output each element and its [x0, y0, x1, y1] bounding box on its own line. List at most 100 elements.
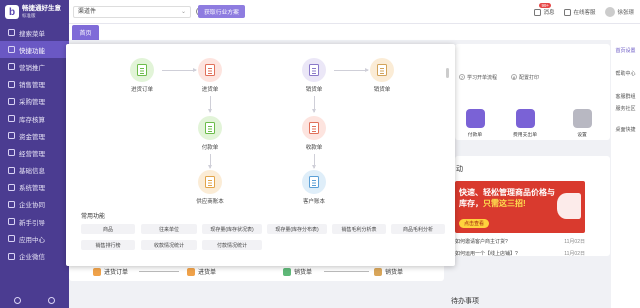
- collapse-icon[interactable]: [13, 296, 21, 304]
- sidebar-item[interactable]: 营销推广: [0, 58, 69, 75]
- sidebar-item[interactable]: 库存核算: [0, 110, 69, 127]
- quick-expense[interactable]: 费用支出单: [510, 109, 540, 138]
- common-function-chip[interactable]: 商品: [81, 224, 135, 234]
- quick-label: 费用支出单: [513, 133, 537, 138]
- sales-out-icon: [370, 58, 394, 82]
- app-version: 标准版: [22, 13, 36, 18]
- app-logo[interactable]: b 畅捷通好生意 标准版: [0, 0, 69, 24]
- tab-home[interactable]: 首页: [72, 25, 99, 40]
- megaphone-icon: [557, 193, 581, 219]
- online-service-button[interactable]: 在线客服: [564, 8, 595, 16]
- supplier-ledger-icon: [198, 170, 222, 194]
- step-item[interactable]: 7 学习开单流程: [459, 74, 497, 81]
- flow-arrow: [312, 154, 316, 169]
- common-function-chip[interactable]: 现存量(库存分布表): [267, 224, 327, 234]
- chevron-down-icon: ⌄: [180, 9, 186, 15]
- gear-icon: [572, 109, 592, 128]
- flow-supplier-ledger[interactable]: 供应商账本: [187, 170, 233, 205]
- promo-banner[interactable]: 快速、轻松管理商品价格与 库存，只需这三招! 点击查看: [455, 181, 585, 233]
- bottom-purchase-in[interactable]: 进货单: [187, 267, 216, 276]
- store-select-value: 渠道件: [78, 9, 97, 15]
- sidebar-item[interactable]: 采购管理: [0, 93, 69, 110]
- quick-function-popup: 进货订单 进货单 付款单 供应商账本 销货单 销货单 收款单 客户账本 常用功能…: [66, 44, 455, 266]
- user-menu[interactable]: 徐张璟: [605, 7, 634, 17]
- sidebar-item-label: 营销推广: [19, 64, 45, 72]
- flow-sales-out[interactable]: 销货单: [362, 58, 402, 93]
- todo-title: 待办事项: [451, 298, 479, 305]
- flow-purchase-in[interactable]: 进货单: [190, 58, 230, 93]
- step-item[interactable]: 8 配置打印: [511, 74, 539, 81]
- flow-receipt[interactable]: 收款单: [294, 116, 334, 151]
- tab-strip: 首页: [69, 24, 640, 40]
- flow-customer-ledger[interactable]: 客户账本: [294, 170, 334, 205]
- sidebar-item-label: 采购管理: [19, 99, 45, 107]
- sidebar-item[interactable]: 快捷功能: [0, 41, 69, 59]
- bottom-sales[interactable]: 销货单: [283, 267, 312, 276]
- home-settings-button[interactable]: 首页设置: [611, 40, 640, 57]
- purchase-order-icon: [130, 58, 154, 82]
- common-function-chip[interactable]: 收款情况统计: [141, 240, 197, 250]
- community-button[interactable]: 服务社区: [611, 103, 640, 115]
- quick-label: 设置: [577, 133, 587, 138]
- expense-icon: [515, 109, 535, 128]
- sidebar-item[interactable]: 搜索菜单: [0, 24, 69, 41]
- bottom-purchase-order[interactable]: 进货订单: [93, 267, 128, 276]
- help-center-button[interactable]: 帮助中心: [611, 57, 640, 80]
- sidebar-item[interactable]: 经营管理: [0, 144, 69, 161]
- sidebar-item[interactable]: 基础信息: [0, 162, 69, 179]
- flow-arrow: [208, 96, 212, 113]
- receipt-icon: [302, 116, 326, 140]
- logo-icon: b: [5, 5, 19, 19]
- common-function-chip[interactable]: 付款情况统计: [202, 240, 262, 250]
- flow-sales-order[interactable]: 销货单: [294, 58, 334, 93]
- sidebar-item[interactable]: 企业协同: [0, 196, 69, 213]
- message-icon: [534, 8, 542, 16]
- flow-arrow: [139, 271, 179, 272]
- banner-line1: 快速、轻松管理商品价格与: [459, 188, 555, 197]
- service-group-button[interactable]: 客服群组: [611, 80, 640, 103]
- popup-scrollbar[interactable]: [446, 68, 449, 78]
- news-item[interactable]: 如何运用一个【线上店铺】? 11月02日: [455, 250, 585, 257]
- sidebar-item[interactable]: 资金管理: [0, 127, 69, 144]
- settings-icon[interactable]: [48, 296, 56, 304]
- customer-ledger-icon: [302, 170, 326, 194]
- purchase-in-icon: [187, 267, 195, 276]
- sales-order-icon: [302, 58, 326, 82]
- flow-arrow: [324, 271, 369, 272]
- sidebar-item[interactable]: 系统管理: [0, 179, 69, 196]
- sidebar-item[interactable]: 应用中心: [0, 230, 69, 247]
- sidebar-item-label: 新手引导: [19, 219, 45, 227]
- news-item[interactable]: 如何邀请客户商主订货? 11月02日: [455, 238, 585, 245]
- banner-line2: 库存，只需这三招!: [459, 199, 526, 208]
- quick-label: 付款单: [467, 133, 483, 138]
- common-function-chip[interactable]: 往来单位: [141, 224, 197, 234]
- bottom-sales-out[interactable]: 销货单: [374, 267, 403, 276]
- common-function-chip[interactable]: 商品毛利分析: [391, 224, 445, 234]
- common-function-chip[interactable]: 销售毛利分析表: [332, 224, 386, 234]
- quick-payment[interactable]: 付款单: [460, 109, 490, 138]
- desktop-shortcut-button[interactable]: 桌面快捷: [611, 115, 640, 136]
- sidebar-item-label: 经营管理: [19, 150, 45, 158]
- quick-settings[interactable]: 设置: [567, 109, 597, 138]
- message-count-badge: 99+: [539, 3, 552, 8]
- common-function-chip[interactable]: 现存量(库存状况表): [202, 224, 262, 234]
- menu-icon: [8, 235, 15, 243]
- common-functions-title: 常用功能: [81, 214, 106, 220]
- flow-payment[interactable]: 付款单: [190, 116, 230, 151]
- messages-button[interactable]: 99+ 消息: [534, 3, 554, 16]
- sidebar-item[interactable]: 企业微信: [0, 247, 69, 264]
- sales-icon: [283, 267, 291, 276]
- menu-icon: [8, 29, 15, 37]
- flow-purchase-order[interactable]: 进货订单: [122, 58, 162, 93]
- sidebar-item-label: 基础信息: [19, 168, 45, 176]
- banner-cta-button[interactable]: 点击查看: [459, 219, 490, 228]
- sidebar-item[interactable]: 销售管理: [0, 76, 69, 93]
- common-function-chip[interactable]: 销售排行榜: [81, 240, 135, 250]
- menu-icon: [8, 115, 15, 123]
- sales-out-icon: [374, 267, 382, 276]
- get-solution-button[interactable]: 获取行业方案: [198, 5, 245, 18]
- sidebar-item[interactable]: 新手引导: [0, 213, 69, 230]
- sidebar-item-label: 快捷功能: [19, 47, 45, 55]
- store-select[interactable]: 渠道件 ⌄: [73, 6, 191, 18]
- user-name: 徐张璟: [617, 10, 634, 16]
